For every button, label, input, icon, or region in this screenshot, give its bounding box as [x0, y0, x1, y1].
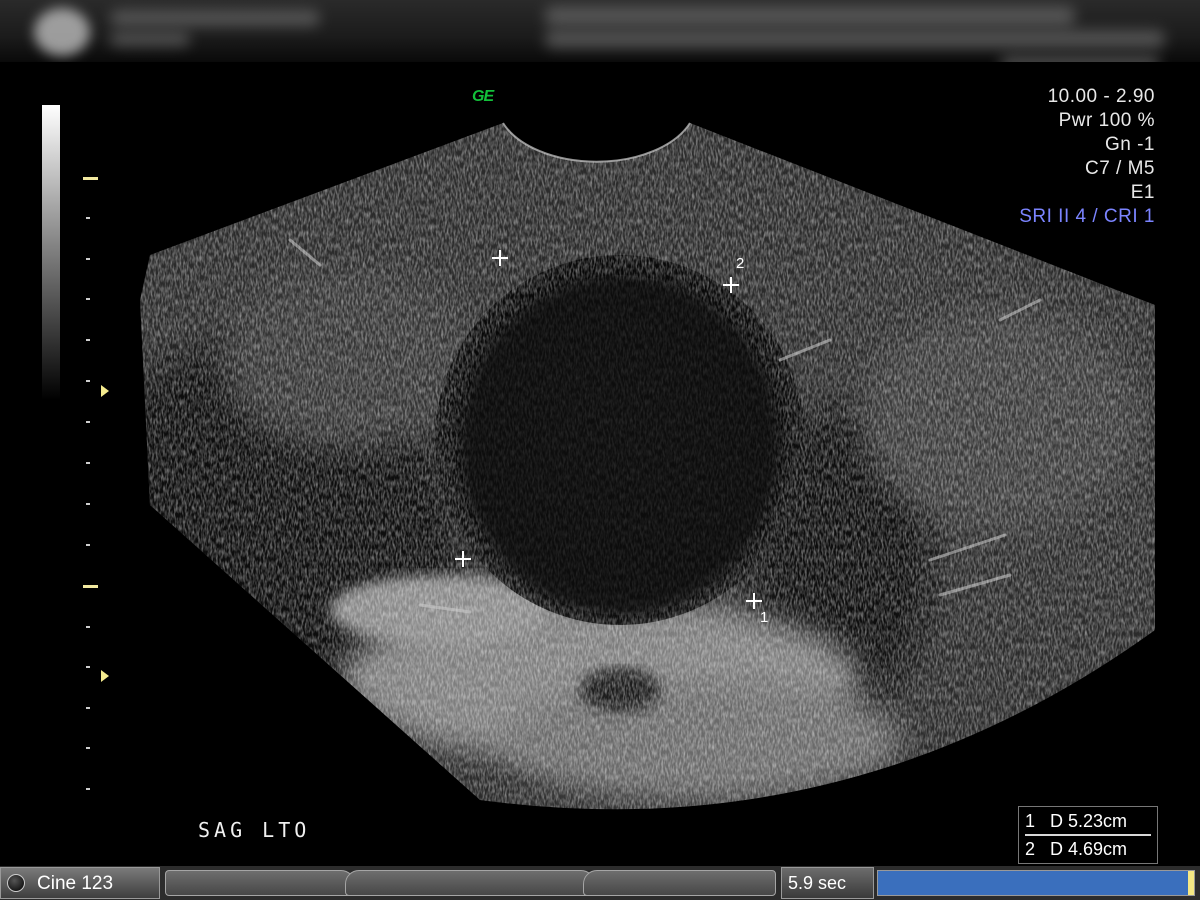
gain-param: Gn -1 — [1104, 134, 1155, 155]
caliper-cross-icon[interactable] — [491, 249, 509, 267]
cine-time-label: 5.9 sec — [788, 873, 847, 893]
focus-marker-icon — [101, 385, 109, 397]
soft-key-3[interactable] — [583, 870, 776, 896]
soft-key-2[interactable] — [345, 870, 595, 896]
cine-indicator-icon — [7, 874, 25, 892]
caliper-cross-icon[interactable] — [745, 592, 763, 610]
probe-orientation-mark: GE — [472, 88, 494, 105]
cine-progress-handle[interactable] — [1188, 871, 1194, 895]
scan-plane-label: SAG LTO — [198, 818, 311, 842]
measurement-row-1: 1 D 5.23cm — [1025, 811, 1151, 836]
sri-cri-param: SRI II 4 / CRI 1 — [1019, 206, 1155, 227]
caliper-cross-icon[interactable] — [722, 276, 740, 294]
focus-marker-icon — [101, 670, 109, 682]
grayscale-bar — [42, 105, 60, 400]
measurement-results: 1 D 5.23cm 2 D 4.69cm — [1018, 806, 1158, 864]
measurement-row-2: 2 D 4.69cm — [1025, 839, 1128, 859]
status-bar: Cine 123 5.9 sec — [0, 866, 1200, 900]
cine-progress-bar[interactable] — [877, 870, 1195, 896]
caliper-label-2: 2 — [736, 255, 745, 272]
cine-label: Cine 123 — [37, 873, 114, 894]
cine-panel[interactable]: Cine 123 — [0, 867, 160, 899]
power-param: Pwr 100 % — [1058, 110, 1155, 131]
caliper-label-1: 1 — [760, 609, 769, 626]
map-param: C7 / M5 — [1084, 158, 1155, 179]
edge-param: E1 — [1130, 182, 1155, 203]
caliper-cross-icon[interactable] — [454, 550, 472, 568]
cine-time-panel: 5.9 sec — [781, 867, 874, 899]
acquisition-parameters: 10.00 - 2.90 Pwr 100 % Gn -1 C7 / M5 E1 … — [1019, 85, 1155, 229]
soft-key-1[interactable] — [165, 870, 355, 896]
cine-progress-fill — [878, 871, 1190, 895]
frequency-param: 10.00 - 2.90 — [1047, 86, 1155, 107]
